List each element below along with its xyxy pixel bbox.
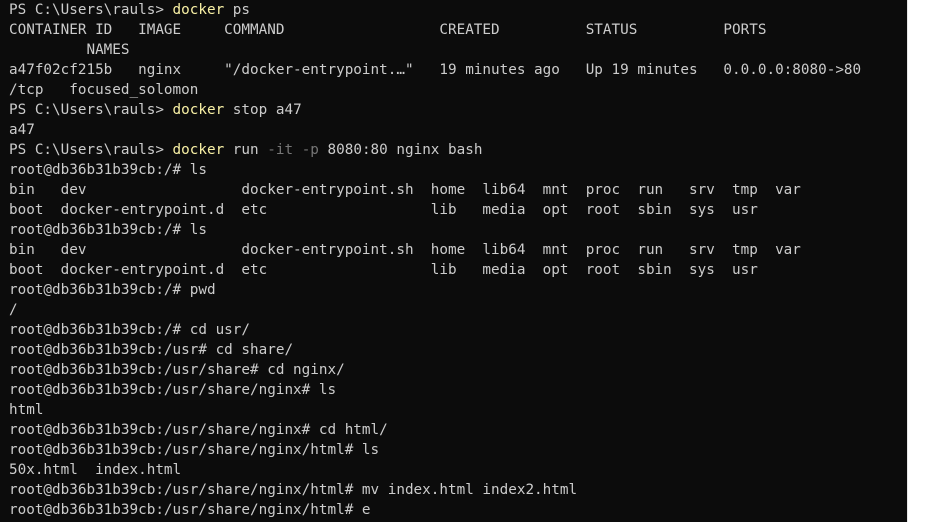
command-flag: -it	[267, 142, 294, 158]
terminal-line: a47f02cf215b nginx "/docker-entrypoint.……	[9, 60, 907, 80]
terminal-text: root@db36b31b39cb:/usr/share/nginx/html#…	[9, 502, 371, 518]
terminal-text: CONTAINER ID IMAGE COMMAND CREATED STATU…	[9, 22, 767, 38]
terminal-line: CONTAINER ID IMAGE COMMAND CREATED STATU…	[9, 20, 907, 40]
terminal-line: /tcp focused_solomon	[9, 80, 907, 100]
terminal-text: a47f02cf215b nginx "/docker-entrypoint.……	[9, 62, 862, 78]
terminal-line: 50x.html index.html	[9, 460, 907, 480]
terminal-line: a47	[9, 120, 907, 140]
terminal-line: root@db36b31b39cb:/usr/share/nginx# ls	[9, 380, 907, 400]
terminal-line: root@db36b31b39cb:/usr/share/nginx/html#…	[9, 500, 907, 520]
terminal-text: boot docker-entrypoint.d etc lib media o…	[9, 202, 758, 218]
terminal-line: PS C:\Users\rauls> docker ps	[9, 0, 907, 20]
terminal-line: PS C:\Users\rauls> docker stop a47	[9, 100, 907, 120]
terminal-line: root@db36b31b39cb:/usr/share/nginx/html#…	[9, 480, 907, 500]
terminal-text: root@db36b31b39cb:/# ls	[9, 162, 207, 178]
terminal-text: root@db36b31b39cb:/usr/share/nginx/html#…	[9, 442, 380, 458]
terminal-text: bin dev docker-entrypoint.sh home lib64 …	[9, 182, 801, 198]
terminal-text: html	[9, 402, 44, 418]
terminal-text: root@db36b31b39cb:/usr/share/nginx# cd h…	[9, 422, 388, 438]
terminal-line: root@db36b31b39cb:/usr# cd share/	[9, 340, 907, 360]
command-flag: -p	[301, 142, 319, 158]
terminal-text: bin dev docker-entrypoint.sh home lib64 …	[9, 242, 801, 258]
terminal-text: 50x.html index.html	[9, 462, 182, 478]
terminal-text: root@db36b31b39cb:/# pwd	[9, 282, 216, 298]
window-bottom-edge	[0, 522, 927, 526]
terminal-line: root@db36b31b39cb:/usr/share/nginx# cd h…	[9, 420, 907, 440]
terminal-text: PS C:\Users\rauls>	[9, 102, 173, 118]
terminal-text: /tcp focused_solomon	[9, 82, 199, 98]
terminal-window[interactable]: PS C:\Users\rauls> docker ps CONTAINER ID…	[0, 0, 907, 526]
terminal-line: NAMES	[9, 40, 907, 60]
terminal-text: run	[224, 142, 268, 158]
terminal-line: bin dev docker-entrypoint.sh home lib64 …	[9, 240, 907, 260]
terminal-text: /	[9, 302, 18, 318]
terminal-text: root@db36b31b39cb:/usr/share/nginx# ls	[9, 382, 337, 398]
terminal-line: root@db36b31b39cb:/usr/share/nginx/html#…	[9, 440, 907, 460]
terminal-line: root@db36b31b39cb:/# ls	[9, 160, 907, 180]
terminal-line: root@db36b31b39cb:/# pwd	[9, 280, 907, 300]
terminal-line: html	[9, 400, 907, 420]
terminal-output: PS C:\Users\rauls> docker ps CONTAINER ID…	[9, 0, 907, 520]
terminal-line: root@db36b31b39cb:/usr/share# cd nginx/	[9, 360, 907, 380]
terminal-line: PS C:\Users\rauls> docker run -it -p 808…	[9, 140, 907, 160]
terminal-text: stop a47	[224, 102, 302, 118]
command-keyword: docker	[172, 2, 225, 18]
terminal-text: root@db36b31b39cb:/usr/share# cd nginx/	[9, 362, 345, 378]
terminal-text: root@db36b31b39cb:/# ls	[9, 222, 207, 238]
terminal-text: ps	[224, 2, 251, 18]
terminal-text: 8080:80 nginx bash	[318, 142, 483, 158]
terminal-line: root@db36b31b39cb:/# cd usr/	[9, 320, 907, 340]
terminal-line: root@db36b31b39cb:/# ls	[9, 220, 907, 240]
command-keyword: docker	[172, 142, 225, 158]
terminal-line: /	[9, 300, 907, 320]
terminal-line: boot docker-entrypoint.d etc lib media o…	[9, 200, 907, 220]
terminal-text: PS C:\Users\rauls>	[9, 142, 173, 158]
scrollbar[interactable]	[907, 0, 927, 526]
terminal-text: root@db36b31b39cb:/usr# cd share/	[9, 342, 294, 358]
terminal-text: a47	[9, 122, 35, 138]
terminal-text: root@db36b31b39cb:/# cd usr/	[9, 322, 251, 338]
terminal-text: NAMES	[9, 42, 130, 58]
terminal-text: boot docker-entrypoint.d etc lib media o…	[9, 262, 758, 278]
terminal-text: root@db36b31b39cb:/usr/share/nginx/html#…	[9, 482, 578, 498]
terminal-line: bin dev docker-entrypoint.sh home lib64 …	[9, 180, 907, 200]
terminal-line: boot docker-entrypoint.d etc lib media o…	[9, 260, 907, 280]
terminal-text: PS C:\Users\rauls>	[9, 2, 173, 18]
command-keyword: docker	[172, 102, 225, 118]
